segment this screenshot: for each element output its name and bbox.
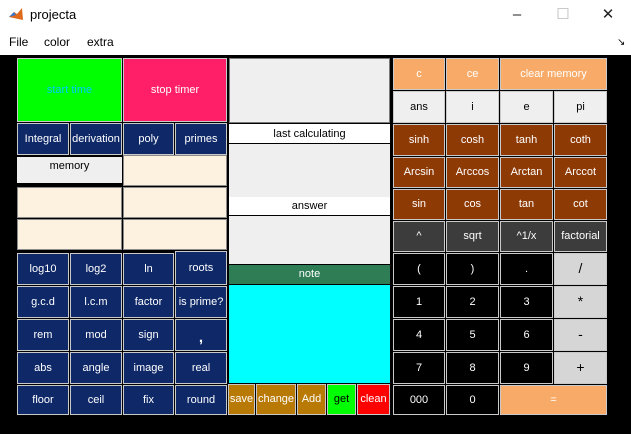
- start-timer-button[interactable]: start time: [17, 58, 122, 122]
- pi-button[interactable]: pi: [554, 91, 607, 123]
- memory-slot[interactable]: [123, 187, 227, 218]
- digit-8-button[interactable]: 8: [446, 352, 499, 384]
- input-display[interactable]: [229, 58, 390, 123]
- sign-button[interactable]: sign: [123, 319, 174, 351]
- last-calculating-label: last calculating: [229, 124, 390, 143]
- image-button[interactable]: image: [123, 352, 174, 384]
- note-textarea[interactable]: [229, 285, 390, 383]
- change-note-button[interactable]: change: [256, 384, 296, 415]
- derivation-button[interactable]: derivation: [70, 123, 122, 155]
- mod-button[interactable]: mod: [70, 319, 122, 351]
- maximize-button[interactable]: ☐: [540, 0, 586, 31]
- ce-button[interactable]: ce: [446, 58, 499, 90]
- digit-1-button[interactable]: 1: [393, 286, 445, 318]
- ceil-button[interactable]: ceil: [70, 385, 122, 415]
- log2-button[interactable]: log2: [70, 253, 122, 285]
- memory-slot[interactable]: [17, 187, 122, 218]
- get-note-button[interactable]: get: [327, 384, 356, 415]
- clean-note-button[interactable]: clean: [357, 384, 390, 415]
- memory-label: memory: [17, 157, 122, 183]
- tan-button[interactable]: tan: [500, 189, 553, 220]
- real-button[interactable]: real: [175, 352, 227, 384]
- menu-color[interactable]: color: [44, 35, 70, 49]
- lcm-button[interactable]: l.c.m: [70, 286, 122, 318]
- add-button[interactable]: +: [554, 352, 607, 384]
- triple-zero-button[interactable]: 000: [393, 385, 445, 415]
- primes-button[interactable]: primes: [175, 123, 227, 155]
- digit-0-button[interactable]: 0: [446, 385, 499, 415]
- arccot-button[interactable]: Arccot: [554, 157, 607, 188]
- digit-7-button[interactable]: 7: [393, 352, 445, 384]
- stop-timer-button[interactable]: stop timer: [123, 58, 227, 122]
- close-paren-button[interactable]: ): [446, 253, 499, 285]
- window-title: projecta: [30, 7, 77, 22]
- note-label: note: [229, 265, 390, 284]
- abs-button[interactable]: abs: [17, 352, 69, 384]
- floor-button[interactable]: floor: [17, 385, 69, 415]
- menu-extra[interactable]: extra: [87, 35, 114, 49]
- minimize-button[interactable]: –: [494, 0, 540, 31]
- cosh-button[interactable]: cosh: [446, 124, 499, 156]
- digit-4-button[interactable]: 4: [393, 319, 445, 351]
- clear-memory-button[interactable]: clear memory: [500, 58, 607, 90]
- answer-label: answer: [229, 197, 390, 215]
- digit-9-button[interactable]: 9: [500, 352, 553, 384]
- digit-3-button[interactable]: 3: [500, 286, 553, 318]
- arccos-button[interactable]: Arccos: [446, 157, 499, 188]
- save-note-button[interactable]: save: [228, 384, 255, 415]
- memory-slot[interactable]: [123, 155, 227, 186]
- digit-6-button[interactable]: 6: [500, 319, 553, 351]
- roots-button[interactable]: roots: [175, 251, 227, 285]
- power-button[interactable]: ^: [393, 221, 445, 252]
- ans-button[interactable]: ans: [393, 91, 445, 123]
- equals-button[interactable]: =: [500, 385, 607, 415]
- sinh-button[interactable]: sinh: [393, 124, 445, 156]
- open-paren-button[interactable]: (: [393, 253, 445, 285]
- dock-arrow-icon[interactable]: ↘: [617, 37, 625, 48]
- multiply-button[interactable]: *: [554, 286, 607, 318]
- sin-button[interactable]: sin: [393, 189, 445, 220]
- poly-button[interactable]: poly: [123, 123, 174, 155]
- matlab-icon: [9, 8, 23, 20]
- log10-button[interactable]: log10: [17, 253, 69, 285]
- ln-button[interactable]: ln: [123, 253, 174, 285]
- digit-2-button[interactable]: 2: [446, 286, 499, 318]
- rem-button[interactable]: rem: [17, 319, 69, 351]
- add-note-button[interactable]: Add: [297, 384, 326, 415]
- integral-button[interactable]: Integral: [17, 123, 69, 155]
- sqrt-button[interactable]: sqrt: [446, 221, 499, 252]
- digit-5-button[interactable]: 5: [446, 319, 499, 351]
- reciprocal-power-button[interactable]: ^1/x: [500, 221, 553, 252]
- tanh-button[interactable]: tanh: [500, 124, 553, 156]
- factor-button[interactable]: factor: [123, 286, 174, 318]
- factorial-button[interactable]: factorial: [554, 221, 607, 252]
- answer-display: [229, 216, 390, 264]
- arctan-button[interactable]: Arctan: [500, 157, 553, 188]
- close-button[interactable]: ✕: [585, 0, 631, 31]
- coth-button[interactable]: coth: [554, 124, 607, 156]
- memory-slot[interactable]: [123, 219, 227, 250]
- gcd-button[interactable]: g.c.d: [17, 286, 69, 318]
- angle-button[interactable]: angle: [70, 352, 122, 384]
- is-prime-button[interactable]: is prime?: [175, 286, 227, 318]
- c-button[interactable]: c: [393, 58, 445, 90]
- i-button[interactable]: i: [446, 91, 499, 123]
- subtract-button[interactable]: -: [554, 319, 607, 351]
- cos-button[interactable]: cos: [446, 189, 499, 220]
- round-button[interactable]: round: [175, 385, 227, 415]
- arcsin-button[interactable]: Arcsin: [393, 157, 445, 188]
- divide-button[interactable]: /: [554, 253, 607, 285]
- fix-button[interactable]: fix: [123, 385, 174, 415]
- comma-button[interactable]: ,: [175, 319, 227, 351]
- last-calculating-display: [229, 144, 390, 197]
- memory-slot[interactable]: [17, 219, 122, 250]
- e-button[interactable]: e: [500, 91, 553, 123]
- decimal-point-button[interactable]: .: [500, 253, 553, 285]
- menu-file[interactable]: File: [9, 35, 28, 49]
- cot-button[interactable]: cot: [554, 189, 607, 220]
